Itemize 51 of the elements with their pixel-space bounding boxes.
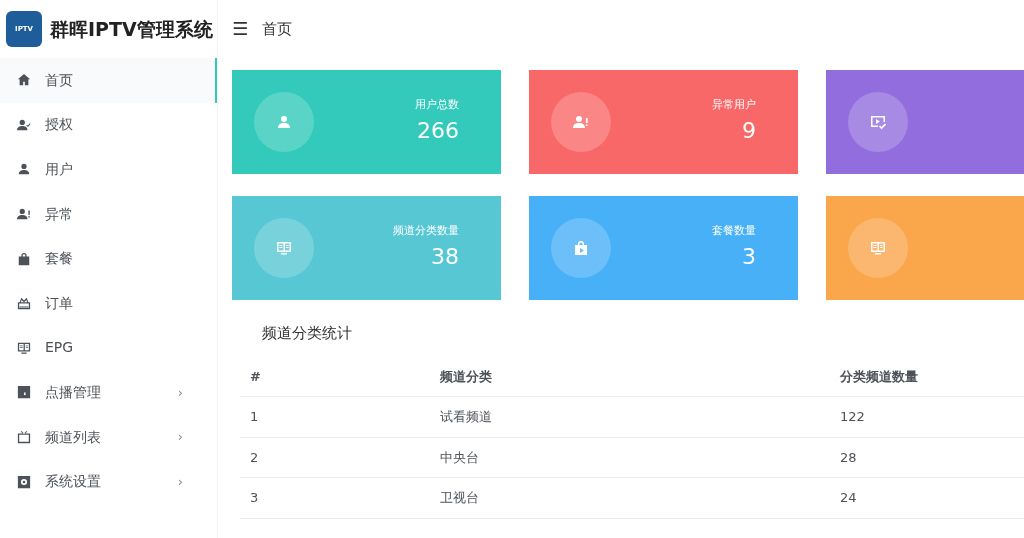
sidebar-item[interactable]: 系统设置 ›	[0, 459, 217, 504]
sidebar-item[interactable]: 频道列表 ›	[0, 414, 217, 460]
menu-button[interactable]: ☰	[232, 20, 249, 38]
stat-value: 9	[741, 116, 756, 145]
table-cell: 1	[240, 396, 430, 437]
chevron-icon: ›	[177, 382, 183, 403]
table-cell: 中央台	[430, 437, 830, 478]
sidebar-item[interactable]: 点播管理 ›	[0, 370, 217, 415]
screen-icon	[276, 240, 292, 256]
user-check-icon	[17, 117, 31, 132]
chevron-icon: ›	[177, 471, 183, 492]
table-cell: 28	[830, 437, 1024, 478]
app-title: 群晖IPTV管理系统	[50, 16, 213, 42]
stat-label: 用户总数	[415, 97, 459, 114]
table-title: 频道分类统计	[261, 323, 353, 344]
stat-value: 266	[416, 116, 459, 145]
user-icon	[17, 162, 31, 177]
column-header: 分类频道数量	[830, 356, 1024, 397]
shopping-bag-icon	[573, 240, 589, 256]
stat-label: 套餐数量	[712, 223, 756, 240]
stat-value: 3	[741, 242, 756, 271]
screen-icon	[870, 240, 886, 256]
chevron-icon: ›	[177, 427, 183, 447]
sidebar-item[interactable]: EPG	[0, 325, 217, 371]
table-cell: 试看频道	[430, 396, 830, 437]
shopping-bag-icon	[17, 251, 31, 266]
table-cell: 24	[830, 477, 1024, 518]
tv-icon	[17, 430, 31, 445]
sidebar-item[interactable]: 首页	[0, 58, 217, 103]
stat-label: 频道分类数量	[393, 223, 459, 240]
table-cell: 2	[240, 437, 430, 478]
breadcrumb: 首页	[262, 18, 293, 40]
stat-value: 38	[430, 242, 459, 271]
sidebar-item[interactable]: 用户	[0, 147, 217, 192]
column-header: #	[240, 356, 430, 397]
sidebar-item[interactable]: 套餐	[0, 236, 217, 281]
stat-label: 异常用户	[712, 97, 756, 114]
screen-icon	[17, 340, 31, 355]
column-header: 频道分类	[430, 356, 830, 397]
table-cell: 3	[240, 477, 430, 518]
video-check-icon	[870, 114, 886, 130]
user-alert-icon	[17, 207, 31, 222]
table-cell: 卫视台	[430, 477, 830, 518]
sidebar-item[interactable]: 异常	[0, 191, 217, 237]
sidebar-item[interactable]: 授权	[0, 102, 217, 148]
settings-icon	[17, 474, 31, 489]
home-icon	[17, 73, 31, 88]
table-cell: 122	[830, 396, 1024, 437]
user-alert-icon	[573, 114, 589, 130]
user-icon	[276, 114, 292, 130]
sidebar-item[interactable]: 订单	[0, 280, 217, 326]
